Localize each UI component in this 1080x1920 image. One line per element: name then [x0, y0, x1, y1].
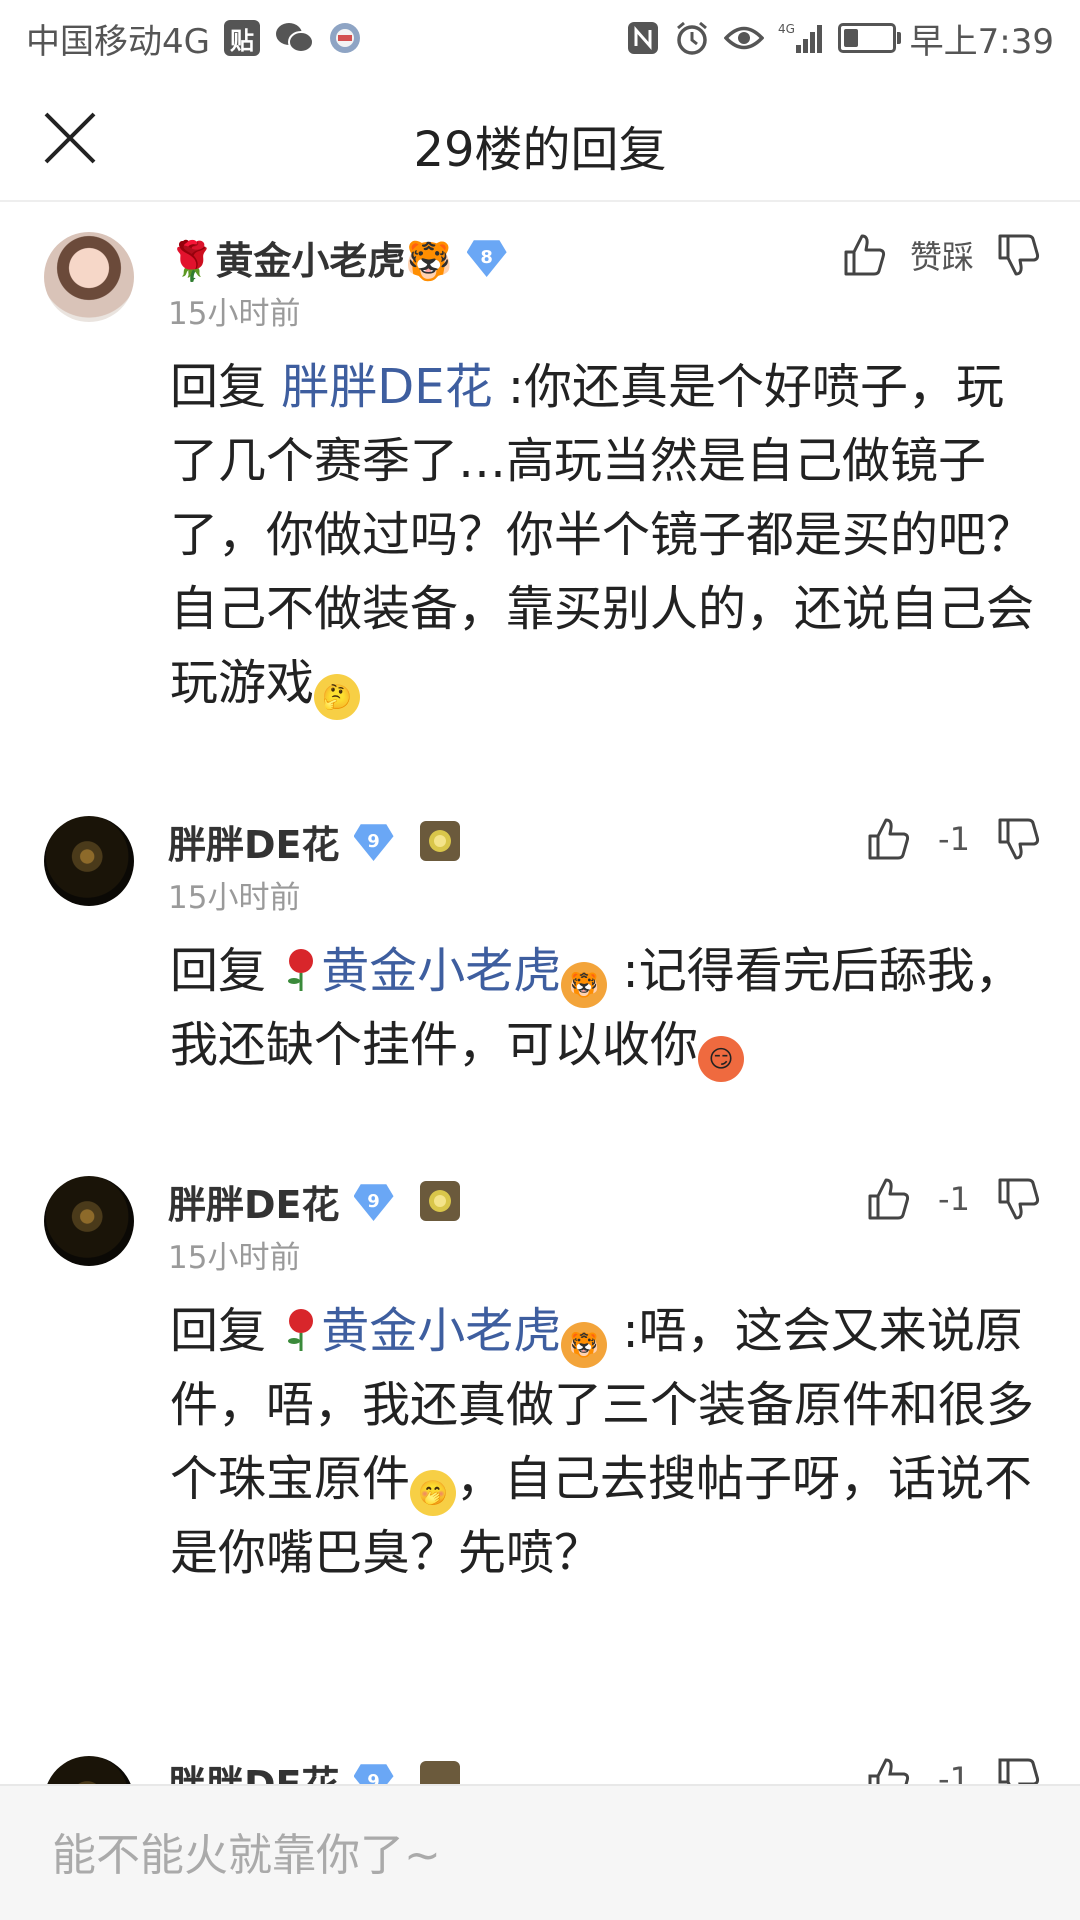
timestamp: 15小时前: [168, 296, 301, 332]
tiger-emoji-icon: 🐯: [561, 962, 608, 1008]
avatar[interactable]: [44, 816, 134, 906]
comment-text: 回复 黄金小老虎 🐯 :记得看完后舔我，我还缺个挂件，可以收你 😏: [170, 934, 1042, 1082]
level-badge: 9: [353, 1764, 394, 1784]
vote-count: -1: [938, 1760, 970, 1784]
level-badge: 8: [466, 240, 507, 277]
mention-link[interactable]: 黄金小老虎: [321, 943, 561, 999]
reply-prefix: 回复: [170, 943, 267, 999]
comment-text: 回复 黄金小老虎 🐯 :唔，这会又来说原件，唔，我还真做了三个装备原件和很多个珠宝…: [170, 1294, 1042, 1590]
timestamp: 15小时前: [168, 1240, 301, 1276]
battery-fill: [843, 29, 858, 47]
title-bar: 29楼的回复: [0, 76, 1080, 202]
thumb-down-icon[interactable]: [996, 816, 1042, 862]
vote-count: 赞踩: [909, 238, 974, 276]
alarm-icon: [674, 20, 710, 56]
eye-icon: [723, 23, 764, 53]
battery-icon: [837, 23, 901, 53]
page-title: 29楼的回复: [413, 122, 667, 178]
username-row: 胖胖DE花 9: [168, 814, 460, 869]
username[interactable]: 胖胖DE花: [168, 814, 340, 869]
cover-mouth-emoji-icon: 🤭: [410, 1470, 457, 1516]
username[interactable]: 胖胖DE花: [168, 1756, 340, 1785]
smirk-emoji-icon: 😏: [698, 1036, 745, 1082]
notification-badge-icon: [328, 21, 362, 55]
medal-icon: [419, 1181, 460, 1221]
rose-icon: [288, 949, 314, 991]
thumb-down-icon[interactable]: [996, 1176, 1042, 1222]
clock: 早上7:39: [909, 21, 1054, 62]
username[interactable]: 胖胖DE花: [168, 1174, 340, 1229]
avatar[interactable]: [44, 1176, 134, 1266]
vote-count: -1: [938, 820, 970, 858]
medal-icon: [419, 821, 460, 861]
thumb-down-icon[interactable]: [996, 1756, 1042, 1784]
tiger-emoji-icon: 🐯: [561, 1322, 608, 1368]
thumb-down-icon[interactable]: [996, 232, 1042, 278]
vote-box: 赞踩: [842, 232, 1042, 278]
username-row: 🌹黄金小老虎🐯 8: [168, 230, 507, 285]
tieba-app-icon: 贴: [223, 20, 260, 56]
reply-prefix: 回复: [170, 1303, 267, 1359]
vote-box: -1: [866, 1176, 1042, 1222]
rose-icon: [288, 1309, 314, 1351]
mention-link[interactable]: 黄金小老虎: [321, 1303, 561, 1359]
thinking-emoji-icon: 🤔: [314, 674, 361, 720]
reply-input-bar: [0, 1784, 1080, 1920]
svg-text:4G: 4G: [778, 22, 795, 36]
status-left: 中国移动4G 贴: [26, 14, 362, 63]
signal-4g-icon: 4G: [778, 21, 824, 55]
reply-input[interactable]: [50, 1822, 1034, 1888]
thumb-up-icon[interactable]: [866, 1756, 912, 1784]
nfc-icon: [626, 20, 660, 56]
thumb-up-icon[interactable]: [842, 232, 888, 278]
comment-item-partial: 胖胖DE花 9 -1: [0, 1756, 1080, 1784]
timestamp: 15小时前: [168, 880, 301, 916]
username[interactable]: 🌹黄金小老虎🐯: [168, 230, 453, 285]
comment-item: 胖胖DE花 9 15小时前 -1 回复 黄金小老虎 🐯 :唔，这会又来说原件，唔，…: [0, 1176, 1080, 1676]
reply-prefix: 回复: [170, 359, 267, 415]
carrier-label: 中国移动4G: [26, 21, 210, 62]
avatar[interactable]: [44, 232, 134, 322]
thumb-up-icon[interactable]: [866, 816, 912, 862]
avatar[interactable]: [44, 1756, 134, 1784]
level-badge: 9: [353, 824, 394, 861]
username-row: 胖胖DE花 9: [168, 1174, 460, 1229]
vote-count: -1: [938, 1180, 970, 1218]
username-row: 胖胖DE花 9: [168, 1756, 460, 1784]
status-bar: 中国移动4G 贴 4G 早上7:39: [0, 0, 1080, 76]
comment-item: 🌹黄金小老虎🐯 8 15小时前 赞踩 回复 胖胖DE花 :你还真是个好喷子，玩了…: [0, 232, 1080, 732]
comment-text: 回复 胖胖DE花 :你还真是个好喷子，玩了几个赛季了…高玩当然是自己做镜子了，你…: [170, 350, 1042, 720]
wechat-icon: [274, 20, 314, 56]
medal-icon: [419, 1761, 460, 1784]
mention-link[interactable]: 胖胖DE花: [281, 359, 492, 415]
status-right: 4G 早上7:39: [626, 14, 1054, 63]
level-badge: 9: [353, 1184, 394, 1221]
thumb-up-icon[interactable]: [866, 1176, 912, 1222]
vote-box: -1: [866, 816, 1042, 862]
vote-box: -1: [866, 1756, 1042, 1784]
comment-item: 胖胖DE花 9 15小时前 -1 回复 黄金小老虎 🐯 :记得看完后舔我，我还缺个…: [0, 816, 1080, 1116]
